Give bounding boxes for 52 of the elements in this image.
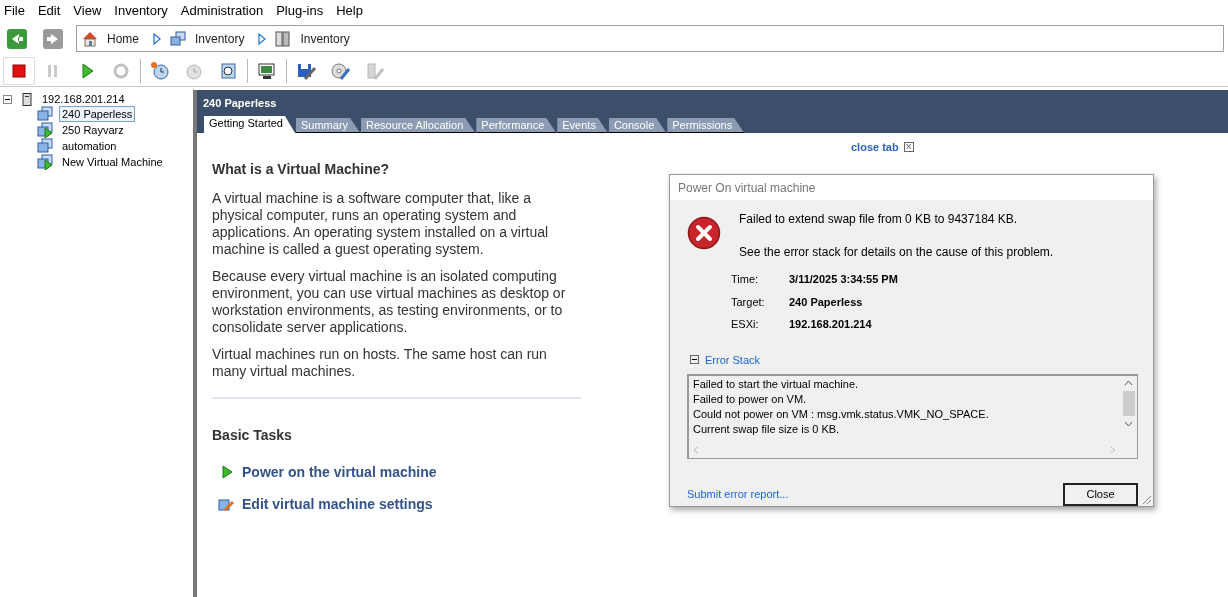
menu-item[interactable]: Administration — [178, 1, 266, 21]
chevron-icon — [258, 32, 267, 45]
detail-label: ESXi: — [731, 317, 760, 332]
dialog-title: Power On virtual machine — [678, 179, 816, 197]
submit-report-link[interactable]: Submit error report... — [687, 486, 789, 503]
error-hint: See the error stack for details on the cause of this problem. — [739, 244, 1054, 261]
close-tab-link[interactable]: close tab — [851, 139, 899, 156]
close-tab-button[interactable]: X — [903, 142, 914, 153]
pencil-icon — [218, 496, 234, 512]
home-icon — [81, 29, 99, 48]
section-heading: What is a Virtual Machine? — [212, 160, 391, 179]
paragraph: Virtual machines run on hosts. The same host can run many virtual machines. — [212, 346, 548, 380]
collapse-toggle[interactable] — [3, 94, 12, 104]
menu-item[interactable]: Help — [334, 1, 365, 21]
menu-item[interactable]: Inventory — [112, 1, 170, 21]
tree-item[interactable]: New Virtual Machine — [59, 154, 166, 170]
detail-label: Time: — [731, 272, 760, 287]
chevron-icon — [153, 32, 161, 45]
breadcrumb-link[interactable]: Inventory — [300, 29, 350, 48]
tree-item[interactable]: 240 Paperless — [59, 106, 136, 122]
tree-item[interactable]: automation — [59, 138, 120, 154]
close-button[interactable]: Close — [1063, 483, 1138, 506]
tab[interactable]: Getting Started — [204, 116, 295, 133]
error-stack-line: Failed to start the virtual machine. — [693, 377, 860, 392]
tree-item[interactable]: 192.168.201.214 — [42, 90, 125, 108]
error-stack-line: Could not power on VM : msg.vmk.status.VMK_NO_SPACE. — [693, 407, 990, 422]
back-button[interactable] — [6, 27, 28, 50]
error-stack-line: Current swap file size is 0 KB. — [693, 422, 841, 437]
collapse-toggle[interactable] — [690, 355, 699, 365]
menu-item[interactable]: File — [2, 1, 27, 21]
resize-grip-icon[interactable] — [1140, 493, 1152, 505]
panel-title: 240 Paperless — [203, 96, 278, 111]
error-icon — [687, 216, 721, 250]
error-stack-link[interactable]: Error Stack — [705, 351, 760, 368]
paragraph: Because every virtual machine is an isolated computing environment, you can use virtual machines as desktop or workstation environments, as testing environments, or to consolidate server applications. — [212, 268, 567, 336]
paragraph: A virtual machine is a software computer that, like a physical computer, runs an operating system and applications. An operating system installed on a virtual machine is called a guest operating system. — [212, 190, 550, 258]
detail-label: Target: — [731, 294, 766, 310]
menu-item[interactable]: View — [71, 1, 104, 21]
detail-value: 240 Paperless — [789, 294, 864, 310]
play-icon — [220, 464, 234, 480]
error-message: Failed to extend swap file from 0 KB to 9437184 KB. — [739, 211, 1019, 228]
detail-value: 192.168.201.214 — [789, 317, 873, 332]
breadcrumb-link[interactable]: Home — [107, 29, 139, 48]
task-link[interactable]: Edit virtual machine settings — [242, 493, 433, 515]
tree-item[interactable]: 250 Rayvarz — [59, 122, 127, 138]
detail-value: 3/11/2025 3:34:55 PM — [789, 272, 899, 287]
section-heading: Basic Tasks — [212, 426, 293, 445]
breadcrumb-link[interactable]: Inventory — [195, 29, 245, 48]
error-stack-line: Failed to power on VM. — [693, 392, 808, 407]
task-link[interactable]: Power on the virtual machine — [242, 461, 437, 483]
menu-item[interactable]: Plug-ins — [274, 1, 326, 21]
menu-item[interactable]: Edit — [35, 1, 63, 21]
